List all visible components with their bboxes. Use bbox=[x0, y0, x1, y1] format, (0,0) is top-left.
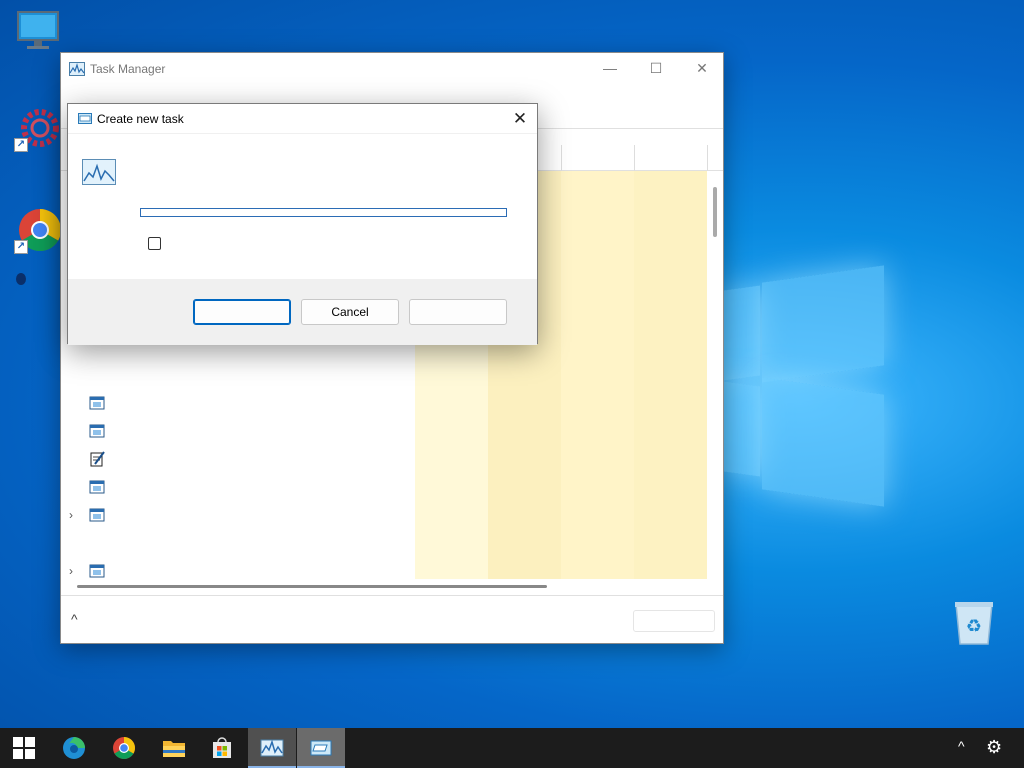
table-row[interactable] bbox=[61, 417, 709, 445]
column-separator bbox=[561, 145, 562, 171]
table-row[interactable] bbox=[61, 473, 709, 501]
table-row[interactable] bbox=[61, 529, 709, 557]
task-manager-footer: ^ bbox=[61, 595, 723, 645]
shortcut-arrow-icon: ↗ bbox=[14, 138, 28, 152]
table-row[interactable] bbox=[61, 389, 709, 417]
show-hidden-icons-chevron-icon[interactable]: ^ bbox=[958, 738, 965, 754]
task-manager-icon bbox=[69, 62, 85, 76]
file-explorer-icon[interactable] bbox=[150, 728, 198, 768]
dialog-close-button[interactable]: ✕ bbox=[503, 104, 537, 134]
end-task-button[interactable] bbox=[633, 610, 715, 632]
task-manager-large-icon bbox=[82, 159, 116, 185]
app-window-icon bbox=[89, 480, 105, 494]
app-window-icon bbox=[89, 508, 105, 522]
dialog-title: Create new task bbox=[97, 112, 184, 126]
task-manager-titlebar[interactable]: Task Manager — ☐ ✕ bbox=[61, 53, 723, 85]
table-row[interactable] bbox=[61, 445, 709, 473]
create-new-task-dialog: Create new task ✕ Cancel bbox=[67, 103, 538, 345]
small-desktop-icon[interactable] bbox=[16, 273, 26, 285]
cancel-button[interactable]: Cancel bbox=[301, 299, 399, 325]
browse-button[interactable] bbox=[409, 299, 507, 325]
chrome-shortcut-icon[interactable]: ↗ bbox=[14, 206, 62, 254]
taskbar: ^ ⚙ bbox=[0, 728, 1024, 768]
table-row[interactable]: › bbox=[61, 501, 709, 529]
app-window-icon bbox=[89, 564, 105, 578]
settings-shortcut-icon[interactable]: ↗ bbox=[14, 104, 62, 152]
expand-chevron-icon[interactable]: › bbox=[69, 508, 79, 522]
dialog-footer: Cancel bbox=[68, 279, 537, 345]
recycle-bin-icon[interactable]: ♻ bbox=[952, 600, 1000, 648]
window-title: Task Manager bbox=[90, 62, 166, 76]
chrome-icon[interactable] bbox=[100, 728, 148, 768]
admin-privileges-checkbox[interactable] bbox=[148, 237, 161, 250]
expand-chevron-icon[interactable]: › bbox=[69, 564, 79, 578]
run-icon bbox=[78, 113, 92, 124]
open-input[interactable] bbox=[140, 208, 507, 217]
create-task-taskbar-icon[interactable] bbox=[297, 728, 345, 768]
column-separator bbox=[634, 145, 635, 171]
ok-button[interactable] bbox=[193, 299, 291, 325]
start-button-icon[interactable] bbox=[0, 728, 48, 768]
column-separator bbox=[707, 145, 708, 171]
minimize-button[interactable]: — bbox=[587, 53, 633, 85]
edge-icon[interactable] bbox=[50, 728, 98, 768]
app-window-icon bbox=[89, 396, 105, 410]
maximize-button[interactable]: ☐ bbox=[633, 53, 679, 85]
task-manager-taskbar-icon[interactable] bbox=[248, 728, 296, 768]
fewer-details-chevron-icon[interactable]: ^ bbox=[71, 611, 78, 627]
store-icon[interactable] bbox=[198, 728, 246, 768]
close-button[interactable]: ✕ bbox=[679, 53, 725, 85]
horizontal-scrollbar[interactable] bbox=[77, 585, 547, 588]
shortcut-arrow-icon: ↗ bbox=[14, 240, 28, 254]
table-row[interactable]: › bbox=[61, 557, 709, 579]
settings-gear-icon[interactable]: ⚙ bbox=[986, 737, 1002, 758]
notepad-icon bbox=[90, 451, 105, 467]
app-window-icon bbox=[89, 424, 105, 438]
windows-logo-wallpaper bbox=[700, 260, 890, 510]
dialog-titlebar[interactable]: Create new task ✕ bbox=[68, 104, 537, 134]
svg-text:♻: ♻ bbox=[966, 616, 982, 637]
vertical-scrollbar[interactable] bbox=[713, 187, 717, 237]
this-pc-icon[interactable] bbox=[14, 8, 62, 56]
